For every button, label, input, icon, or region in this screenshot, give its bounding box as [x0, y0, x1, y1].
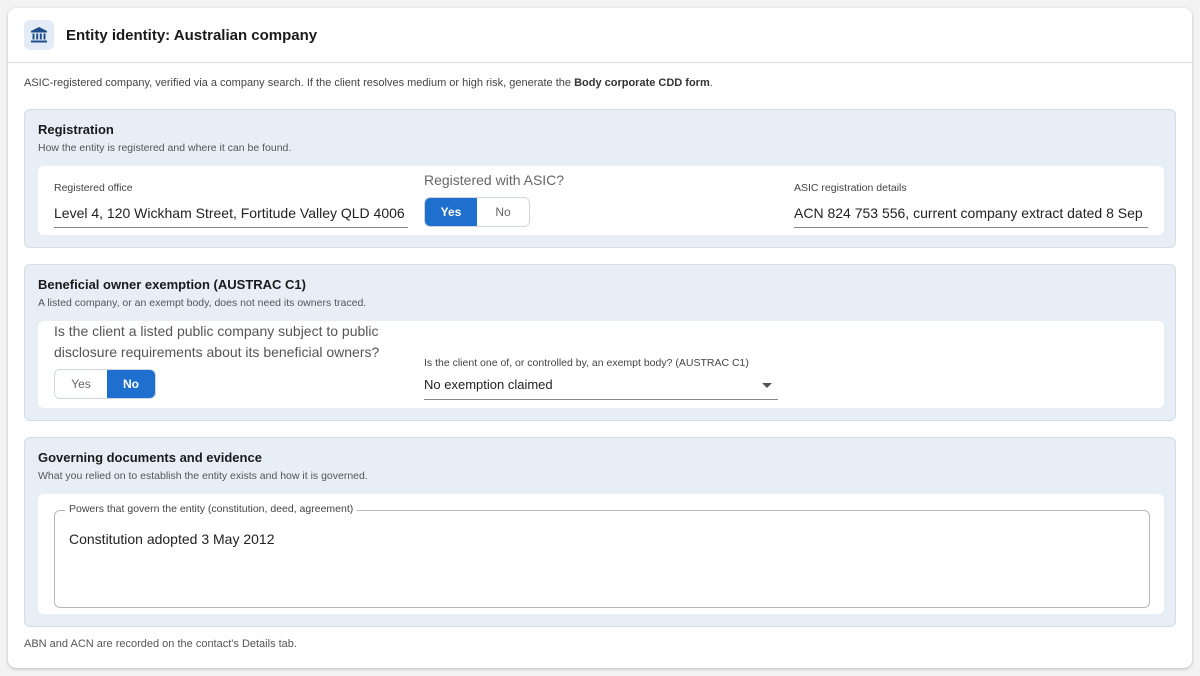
listed-no-button[interactable]: No — [107, 370, 155, 398]
exemption-subtitle: A listed company, or an exempt body, doe… — [38, 297, 367, 309]
governing-panel: Powers that govern the entity (constitut… — [38, 494, 1164, 614]
listed-company-question: Is the client a listed public company su… — [54, 323, 380, 360]
registered-office-label: Registered office — [54, 182, 133, 194]
exemption-section: Beneficial owner exemption (AUSTRAC C1) … — [24, 264, 1176, 421]
registration-subtitle: How the entity is registered and where i… — [38, 142, 292, 154]
exemption-panel: Is the client a listed public company su… — [38, 321, 1164, 408]
body-corporate-cdd-link[interactable]: Body corporate CDD form — [574, 77, 710, 89]
asic-details-field[interactable]: ACN 824 753 556, current company extract… — [794, 205, 1148, 228]
exempt-body-select[interactable]: No exemption claimed — [424, 377, 778, 400]
footnote: ABN and ACN are recorded on the contact'… — [24, 638, 297, 650]
registration-title: Registration — [38, 122, 114, 137]
asic-details-label: ASIC registration details — [794, 182, 907, 194]
governing-title: Governing documents and evidence — [38, 450, 262, 465]
governing-subtitle: What you relied on to establish the enti… — [38, 470, 368, 482]
intro-body: ASIC-registered company, verified via a … — [24, 77, 575, 89]
asic-no-button[interactable]: No — [477, 198, 529, 226]
listed-company-toggle: Yes No — [54, 369, 156, 399]
page-title: Entity identity: Australian company — [66, 26, 318, 44]
governing-section: Governing documents and evidence What yo… — [24, 437, 1176, 627]
card-header: Entity identity: Australian company — [8, 8, 1192, 63]
registered-office-field[interactable]: Level 4, 120 Wickham Street, Fortitude V… — [54, 205, 408, 228]
intro-text: ASIC-registered company, verified via a … — [24, 77, 1192, 89]
powers-label: Powers that govern the entity (constitut… — [65, 503, 358, 515]
chevron-down-icon — [762, 383, 772, 388]
powers-value: Constitution adopted 3 May 2012 — [69, 531, 275, 547]
exempt-body-value: No exemption claimed — [424, 377, 553, 392]
asic-question: Registered with ASIC? — [424, 172, 565, 188]
listed-yes-button[interactable]: Yes — [55, 370, 107, 398]
intro-suffix: . — [709, 77, 713, 89]
asic-yes-button[interactable]: Yes — [425, 198, 477, 226]
powers-textarea[interactable]: Powers that govern the entity (constitut… — [54, 503, 1150, 608]
bank-icon — [24, 20, 54, 50]
registration-panel: Registered office Level 4, 120 Wickham S… — [38, 166, 1164, 235]
exemption-title: Beneficial owner exemption (AUSTRAC C1) — [38, 277, 306, 292]
registration-section: Registration How the entity is registere… — [24, 109, 1176, 248]
exempt-body-label: Is the client one of, or controlled by, … — [424, 357, 749, 369]
entity-identity-card: Entity identity: Australian company ASIC… — [8, 8, 1192, 668]
asic-toggle: Yes No — [424, 197, 530, 227]
